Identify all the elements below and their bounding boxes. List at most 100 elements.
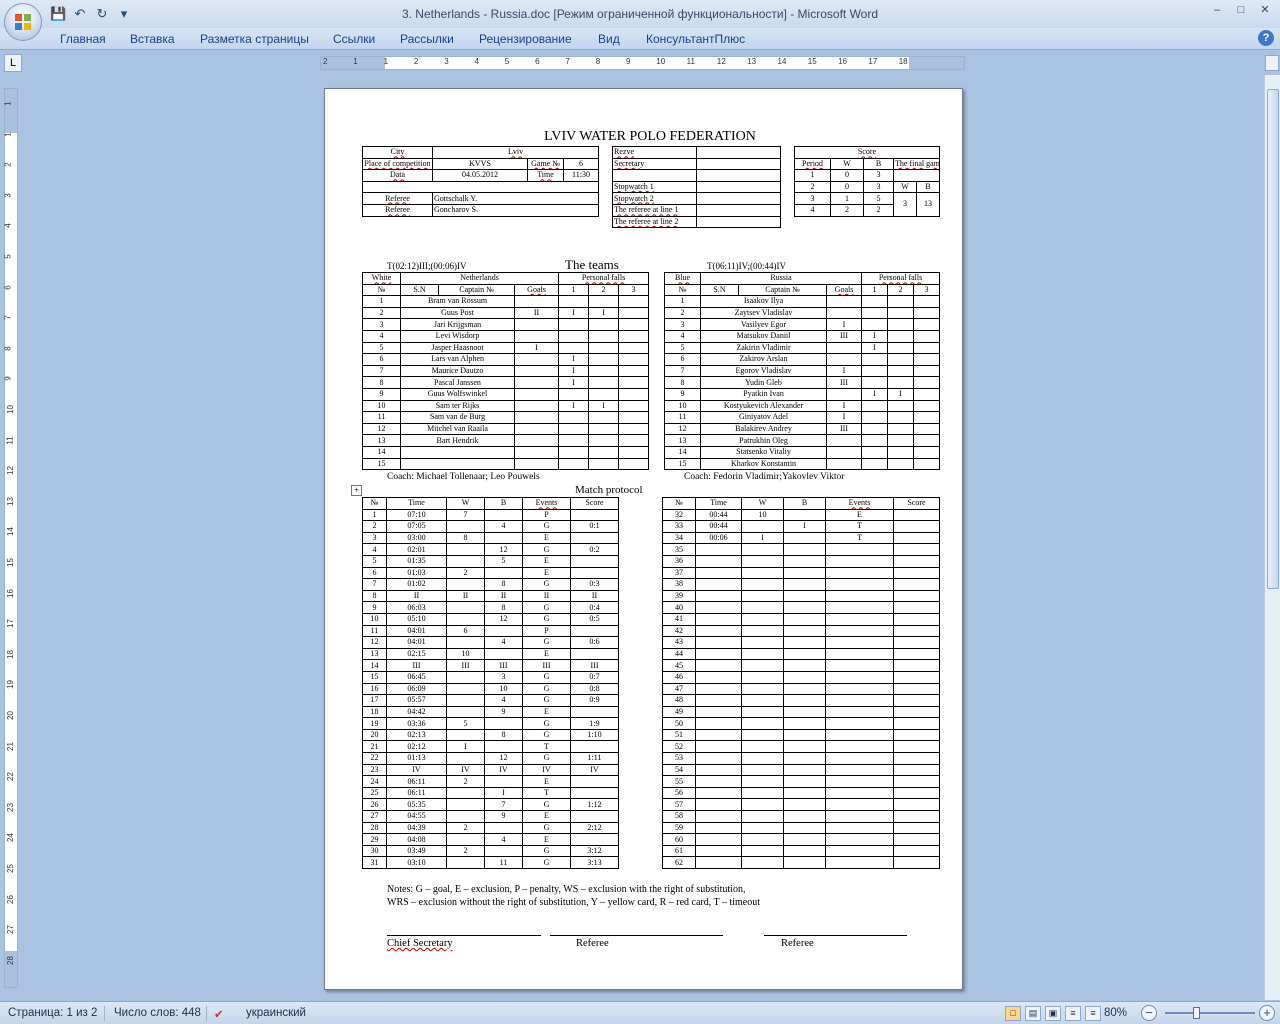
vertical-ruler[interactable]: 1 1 2 3 4 5 6 7 8 9 10 11 12 13 14 15 16 17 18 19 20 21 22 23 24… — [4, 88, 18, 988]
table-cell: 4 — [362, 543, 387, 556]
table-cell — [484, 775, 523, 788]
table-row: 39 — [662, 589, 940, 603]
table-cell — [695, 810, 742, 823]
web-layout-view-icon[interactable]: ▣ — [1045, 1006, 1061, 1021]
table-cell: 00:06 — [695, 531, 742, 545]
ruler-number: 17 — [5, 619, 15, 629]
maximize-icon[interactable]: □ — [1234, 3, 1248, 17]
table-cell — [825, 295, 863, 308]
table-cell: 3 — [863, 169, 894, 182]
table-cell: III — [570, 659, 619, 672]
horizontal-ruler[interactable]: 2 1 1 2 3 4 5 6 7 8 9 10 11 12 13 14 15 16 17 18 — [320, 56, 965, 70]
table-cell: 25 — [362, 786, 387, 800]
ruler-number: 5 — [3, 254, 13, 259]
tab-mailings[interactable]: Рассылки — [400, 32, 454, 46]
table-cell: III — [825, 329, 863, 343]
table-cell — [825, 670, 894, 684]
table-row: 51 — [662, 728, 940, 742]
zoom-in-icon[interactable]: + — [1259, 1005, 1275, 1021]
table-cell: Referee — [362, 192, 433, 205]
table-cell — [783, 682, 826, 696]
status-language[interactable]: украинский — [246, 1007, 306, 1019]
zoom-level[interactable]: 80% — [1104, 1007, 1127, 1019]
table-cell: II — [570, 589, 619, 603]
table-row: Score — [793, 146, 941, 159]
tab-selector-icon[interactable]: L — [4, 54, 22, 72]
player-name: Kharkov Konstantin — [700, 457, 827, 471]
player-name: Kostyukevich Alexander — [700, 399, 827, 413]
zoom-out-icon[interactable]: − — [1141, 1005, 1157, 1021]
table-cell — [695, 763, 742, 777]
vertical-scrollbar[interactable] — [1264, 75, 1280, 1000]
tab-konsultant[interactable]: КонсультантПлюс — [646, 32, 745, 46]
table-cell — [513, 329, 560, 343]
status-separator — [104, 1006, 105, 1021]
zoom-slider-thumb[interactable] — [1193, 1007, 1200, 1019]
table-cell — [861, 364, 889, 378]
help-icon[interactable]: ? — [1258, 30, 1274, 46]
tab-references[interactable]: Ссылки — [333, 32, 375, 46]
table-cell — [695, 647, 742, 661]
table-cell: 1:11 — [570, 752, 619, 765]
table-cell — [558, 411, 590, 424]
office-button[interactable] — [4, 3, 42, 41]
ruler-number: 27 — [5, 925, 15, 935]
table-cell: 4 — [794, 203, 831, 217]
table-cell: 0:9 — [570, 694, 619, 707]
zoom-slider[interactable] — [1165, 1012, 1255, 1014]
player-name: Patrukhin Oleg — [700, 434, 827, 447]
table-cell — [825, 752, 894, 765]
table-cell: 40 — [662, 601, 696, 614]
table-cell — [887, 457, 915, 471]
tab-insert[interactable]: Вставка — [130, 32, 175, 46]
table-row: 58 — [662, 810, 940, 823]
document-page[interactable]: LVIV WATER POLO FEDERATION City Lviv Place… — [324, 88, 963, 990]
table-cell — [913, 295, 941, 308]
table-cell — [825, 445, 863, 459]
tab-page-layout[interactable]: Разметка страницы — [200, 32, 309, 46]
table-cell — [825, 624, 894, 638]
tab-view[interactable]: Вид — [598, 32, 620, 46]
table-cell: 04:01 — [386, 636, 447, 649]
view-ruler-icon[interactable] — [1265, 55, 1279, 71]
proofing-icon[interactable]: ✔ — [214, 1007, 224, 1021]
close-icon[interactable]: ✕ — [1258, 3, 1272, 17]
minimize-icon[interactable]: – — [1210, 3, 1224, 17]
table-cell: 47 — [662, 682, 696, 696]
table-cell: S.N — [700, 283, 739, 297]
table-row: 47 — [662, 682, 940, 696]
status-separator — [206, 1006, 207, 1021]
table-row: 6 01:03 2 E — [362, 566, 619, 580]
table-cell: 8 — [484, 601, 523, 614]
tab-review[interactable]: Рецензирование — [479, 32, 572, 46]
table-cell: Lviv — [431, 146, 600, 159]
table-cell — [825, 740, 894, 754]
scrollbar-thumb[interactable] — [1267, 89, 1279, 589]
status-page[interactable]: Страница: 1 из 2 — [8, 1007, 97, 1019]
table-anchor-icon[interactable]: + — [351, 485, 362, 496]
ruler-number: 10 — [5, 405, 15, 414]
table-cell: I — [825, 411, 863, 424]
outline-view-icon[interactable]: ≡ — [1065, 1006, 1081, 1021]
table-cell — [893, 508, 940, 522]
table-cell: G — [522, 694, 571, 707]
table-cell — [861, 434, 889, 447]
tab-home[interactable]: Главная — [60, 32, 106, 46]
table-cell — [446, 554, 485, 568]
table-cell: 2 — [446, 775, 485, 788]
table-cell: 5 — [362, 554, 387, 568]
print-layout-view-icon[interactable]: □ — [1005, 1006, 1021, 1021]
table-cell — [861, 306, 889, 320]
table-cell — [887, 341, 915, 355]
table-cell — [695, 844, 742, 858]
table-cell: Personal falls — [558, 272, 650, 285]
table-cell: Stopwatch 1 — [612, 180, 697, 194]
status-words[interactable]: Число слов: 448 — [114, 1007, 201, 1019]
table-cell: 60 — [662, 833, 696, 846]
full-screen-view-icon[interactable]: ▤ — [1025, 1006, 1041, 1021]
ruler-number: 14 — [5, 527, 15, 537]
draft-view-icon[interactable]: ≡ — [1085, 1006, 1101, 1021]
table-cell: 10 — [446, 647, 485, 661]
table-cell — [741, 752, 784, 765]
table-row: 31 03:10 11 G 3:13 — [362, 856, 619, 869]
